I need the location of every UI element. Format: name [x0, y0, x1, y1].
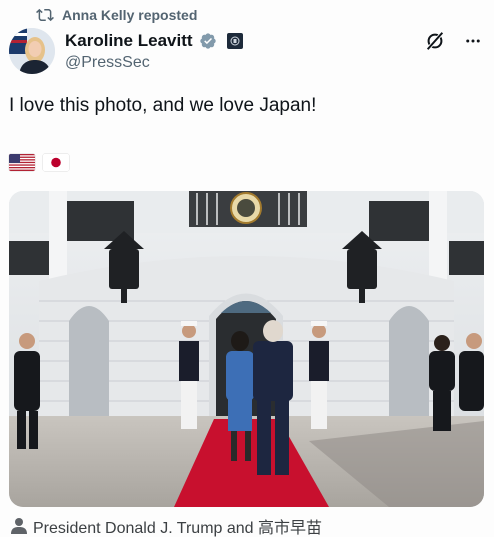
japan-flag-icon	[43, 154, 69, 171]
photo-caption-text: President Donald J. Trump and 高市早苗	[33, 520, 323, 537]
affiliation-badge-icon[interactable]	[226, 33, 243, 49]
person-tag-icon	[11, 518, 27, 534]
post-actions	[424, 30, 482, 52]
flag-emojis	[9, 154, 69, 171]
repost-indicator[interactable]: Anna Kelly reposted	[36, 6, 197, 24]
grok-icon[interactable]	[424, 30, 446, 52]
us-flag-icon	[9, 154, 35, 171]
more-options-icon[interactable]	[464, 32, 482, 50]
photo-tag-caption[interactable]: President Donald J. Trump and 高市早苗	[11, 514, 322, 537]
display-name[interactable]: Karoline Leavitt	[65, 31, 193, 51]
author-name-row: Karoline Leavitt	[65, 30, 243, 52]
repost-label: Anna Kelly reposted	[62, 7, 198, 23]
author-handle[interactable]: @PressSec	[65, 54, 150, 72]
verified-badge-icon[interactable]	[199, 32, 217, 50]
post-photo[interactable]	[9, 191, 484, 507]
post-text: I love this photo, and we love Japan!	[9, 95, 317, 116]
repost-icon	[36, 8, 54, 22]
profile-avatar[interactable]	[9, 28, 55, 74]
